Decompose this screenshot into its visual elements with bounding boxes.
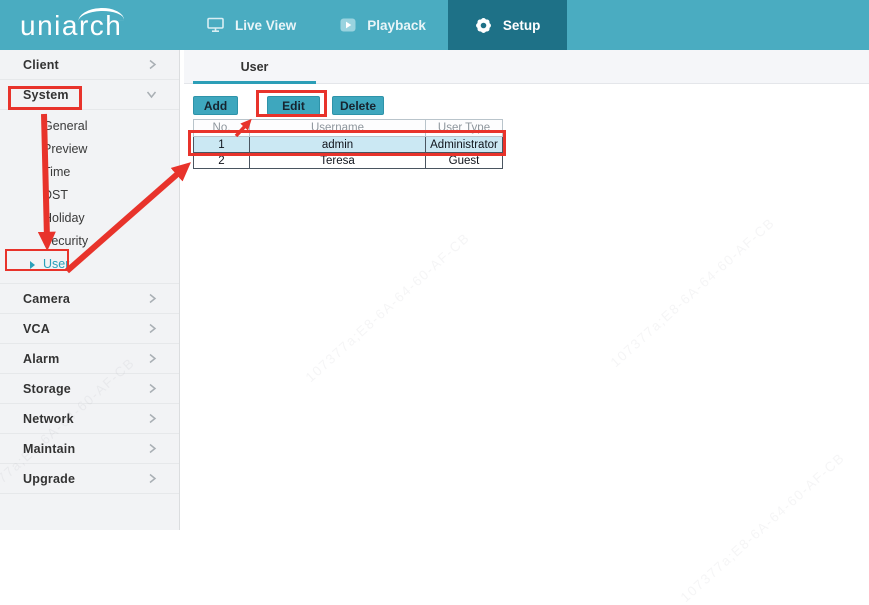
- sidebar-item-preview[interactable]: Preview: [0, 138, 179, 161]
- chevron-right-icon: [148, 473, 157, 484]
- gear-icon: [475, 17, 492, 34]
- main-content: User Add Edit Delete No. Username User T…: [181, 50, 869, 530]
- edit-button[interactable]: Edit: [267, 96, 320, 115]
- cell-username: admin: [250, 137, 426, 153]
- header-usertype: User Type: [426, 120, 503, 137]
- main-nav: Live View Playback Setup: [185, 0, 567, 50]
- table-row-admin[interactable]: 1 admin Administrator: [194, 137, 503, 153]
- sidebar-item-dst[interactable]: DST: [0, 184, 179, 207]
- chevron-right-icon: [148, 413, 157, 424]
- sidebar-item-general[interactable]: General: [0, 115, 179, 138]
- chevron-right-icon: [148, 293, 157, 304]
- nav-live-view[interactable]: Live View: [185, 0, 318, 50]
- table-row-teresa[interactable]: 2 Teresa Guest: [194, 153, 503, 169]
- nav-playback[interactable]: Playback: [318, 0, 448, 50]
- system-submenu: General Preview Time DST Holiday Securit…: [0, 110, 179, 284]
- sidebar-item-user[interactable]: User: [0, 253, 179, 276]
- sidebar-item-client[interactable]: Client: [0, 50, 179, 80]
- nav-setup[interactable]: Setup: [448, 0, 568, 50]
- nav-setup-label: Setup: [503, 18, 541, 33]
- cell-no: 1: [194, 137, 250, 153]
- active-tab-indicator: [193, 81, 316, 84]
- header-no: No.: [194, 120, 250, 137]
- tab-bar: User: [184, 50, 869, 84]
- tab-user[interactable]: User: [193, 50, 316, 83]
- sidebar-item-maintain[interactable]: Maintain: [0, 434, 179, 464]
- sidebar-item-network[interactable]: Network: [0, 404, 179, 434]
- play-icon: [340, 18, 356, 32]
- chevron-right-icon: [148, 323, 157, 334]
- chevron-right-icon: [148, 443, 157, 454]
- sidebar-item-holiday[interactable]: Holiday: [0, 207, 179, 230]
- nav-playback-label: Playback: [367, 18, 426, 33]
- table-header-row: No. Username User Type: [194, 120, 503, 137]
- cell-usertype: Guest: [426, 153, 503, 169]
- add-button[interactable]: Add: [193, 96, 238, 115]
- cell-username: Teresa: [250, 153, 426, 169]
- cell-no: 2: [194, 153, 250, 169]
- nav-live-view-label: Live View: [235, 18, 296, 33]
- sidebar-item-vca[interactable]: VCA: [0, 314, 179, 344]
- chevron-down-icon: [146, 90, 157, 99]
- sidebar-item-alarm[interactable]: Alarm: [0, 344, 179, 374]
- app-header: uniarch Live View Playback Setup: [0, 0, 869, 50]
- chevron-right-icon: [148, 353, 157, 364]
- user-table: No. Username User Type 1 admin Administr…: [193, 119, 503, 169]
- sidebar-item-storage[interactable]: Storage: [0, 374, 179, 404]
- chevron-right-icon: [148, 383, 157, 394]
- header-username: Username: [250, 120, 426, 137]
- sidebar-item-security[interactable]: Security: [0, 230, 179, 253]
- active-item-triangle-icon: [30, 261, 35, 269]
- settings-sidebar: Client System General Preview Time DST H…: [0, 50, 180, 530]
- sidebar-item-upgrade[interactable]: Upgrade: [0, 464, 179, 494]
- sidebar-item-system[interactable]: System: [0, 80, 179, 110]
- cell-usertype: Administrator: [426, 137, 503, 153]
- monitor-icon: [207, 17, 224, 33]
- chevron-right-icon: [148, 59, 157, 70]
- sidebar-item-time[interactable]: Time: [0, 161, 179, 184]
- delete-button[interactable]: Delete: [332, 96, 384, 115]
- uniarch-logo: uniarch: [20, 6, 150, 46]
- sidebar-item-camera[interactable]: Camera: [0, 284, 179, 314]
